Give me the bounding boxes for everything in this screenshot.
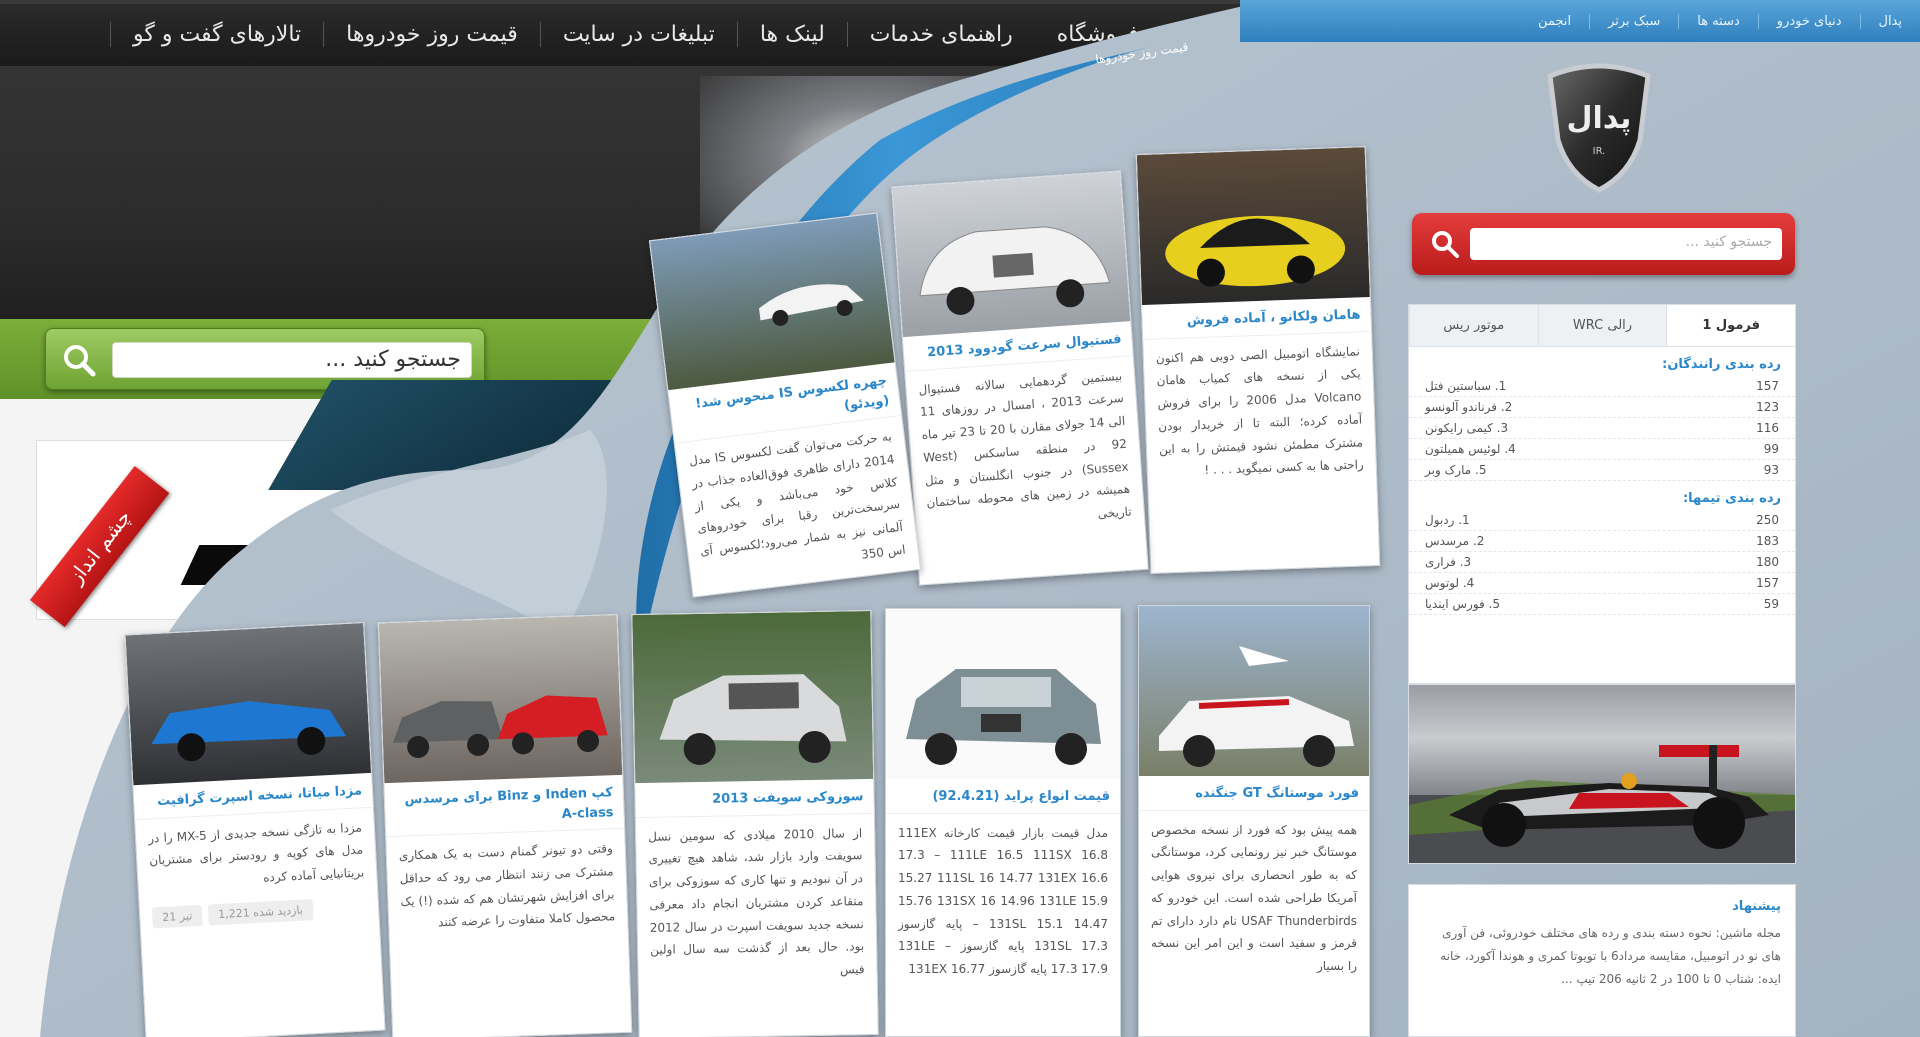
new-search-icon[interactable] [1430, 229, 1460, 259]
suggestion-text[interactable]: مجله ماشین: نحوه دسته بندی و رده های مخت… [1423, 922, 1781, 990]
driver-row[interactable]: 3. کیمی رایکونن 116 [1409, 418, 1795, 439]
team-row[interactable]: 5. فورس ایندیا 59 [1409, 594, 1795, 615]
yellow-supercar-icon [1165, 215, 1346, 287]
team-row[interactable]: 2. مرسدس 183 [1409, 531, 1795, 552]
new-search-input[interactable]: جستجو کنید ... [1470, 228, 1782, 260]
team-row[interactable]: 1. ردبول 250 [1409, 510, 1795, 531]
driver-row[interactable]: 5. مارک وبر 93 [1409, 460, 1795, 481]
card-image [886, 609, 1120, 779]
card-body: وقتی دو تیونر گمنام دست به یک همکاری مشت… [398, 841, 616, 930]
new-search-box: جستجو کنید ... [1412, 213, 1795, 275]
new-nav-item-home[interactable]: پدال [1859, 13, 1920, 29]
new-top-nav: پدال دنیای خودرو دسته ها سبک برتر انجمن [1240, 0, 1920, 42]
tab-motorsport[interactable]: موتور ریس [1408, 305, 1538, 346]
standings-widget: فرمول 1 رالی WRC موتور ریس رده بندی رانن… [1408, 304, 1796, 684]
f1-car-icon [1409, 745, 1795, 863]
card-image [125, 623, 372, 786]
lexus-car-icon [759, 284, 864, 326]
card-image [378, 614, 623, 784]
card-body: مدل قیمت بازار قیمت کارخانه 111EX 17.3 –… [898, 825, 1108, 977]
card-body: همه پیش بود که فورد از نسخه مخصوص موستان… [1151, 822, 1357, 974]
team-row[interactable]: 3. فراری 180 [1409, 552, 1795, 573]
card-views: 1,221 بازدید شده [207, 898, 314, 926]
teams-ranking-title: رده بندی تیمها: [1682, 491, 1781, 506]
article-card[interactable]: هامان ولکانو ، آماده فروش نمایشگاه اتومب… [1135, 146, 1381, 574]
card-image [1139, 606, 1369, 776]
f1-car-image [1408, 684, 1796, 864]
card-image [650, 213, 895, 391]
card-date: 21 تیر [151, 904, 203, 929]
drivers-ranking-title: رده بندی رانندگان: [1662, 357, 1781, 372]
article-card[interactable]: کپ Inden و Binz برای مرسدس A-class وقتی … [377, 613, 633, 1037]
pride-car-icon [906, 669, 1101, 765]
logo-subtext: IR. [1593, 146, 1606, 157]
driver-row[interactable]: 2. فرناندو آلونسو 123 [1409, 397, 1795, 418]
driver-row[interactable]: 1. سباستین فتل 157 [1409, 376, 1795, 397]
article-card[interactable]: قیمت انواع پراید (92.4.21) مدل قیمت بازا… [885, 608, 1121, 1037]
pedal-logo[interactable]: پدال IR. [1540, 62, 1658, 194]
card-image [1136, 147, 1370, 306]
suggestion-title: پیشنهاد [1732, 899, 1781, 914]
card-image [632, 610, 874, 784]
article-card[interactable]: فورد موستانگ GT جنگنده همه پیش بود که فو… [1138, 605, 1370, 1037]
new-nav-item-top-style[interactable]: سبک برتر [1589, 13, 1678, 29]
card-body: نمایشگاه اتومبیل الصی دوبی هم اکنون یکی … [1155, 343, 1364, 478]
tab-f1[interactable]: فرمول 1 [1666, 305, 1795, 346]
article-card[interactable]: فستیوال سرعت گودوود 2013 بیستمین گردهمای… [891, 170, 1149, 586]
card-title[interactable]: فورد موستانگ GT جنگنده [1139, 776, 1369, 811]
driver-row[interactable]: 4. لوئیس همیلتون 99 [1409, 439, 1795, 460]
suzuki-swift-icon [659, 674, 847, 765]
mazda-miata-icon [151, 701, 347, 762]
card-title[interactable]: سوزوکی سویفت 2013 [635, 778, 874, 818]
card-body: بیستمین گردهمایی سالانه فستیوال سرعت 201… [918, 368, 1133, 522]
card-body: مزدا به تازگی نسخه جدیدی از MX-5 را در م… [147, 819, 365, 885]
mustang-icon [1159, 646, 1354, 767]
article-card[interactable]: مزدا میاتا، نسخه اسپرت گرافیت مزدا به تا… [124, 621, 386, 1037]
new-nav-item-categories[interactable]: دسته ها [1678, 13, 1758, 29]
tab-wrc[interactable]: رالی WRC [1537, 305, 1667, 346]
team-row[interactable]: 4. لوتوس 157 [1409, 573, 1795, 594]
mercedes-aclass-icon [392, 695, 608, 758]
white-bentley-icon [919, 226, 1111, 315]
new-nav-item-forum[interactable]: انجمن [1520, 14, 1589, 29]
standings-tabs: فرمول 1 رالی WRC موتور ریس [1408, 305, 1795, 347]
article-card[interactable]: چهره لکسوس IS منحوس شد! (ویدئو) به حرکت … [648, 212, 922, 598]
new-nav-item-auto-world[interactable]: دنیای خودرو [1757, 13, 1860, 29]
card-body: از سال 2010 میلادی که سومین نسل سویفت وا… [648, 825, 865, 977]
article-card[interactable]: سوزوکی سویفت 2013 از سال 2010 میلادی که … [631, 609, 879, 1037]
card-image [892, 171, 1131, 338]
card-title[interactable]: کپ Inden و Binz برای مرسدس A-class [384, 774, 625, 838]
logo-text: پدال [1567, 101, 1632, 136]
card-body: به حرکت می‌توان گفت لکسوس IS مدل 2014 دا… [688, 429, 907, 562]
suggestion-box: پیشنهاد مجله ماشین: نحوه دسته بندی و رده… [1408, 884, 1796, 1037]
card-title[interactable]: قیمت انواع پراید (92.4.21) [886, 779, 1120, 814]
